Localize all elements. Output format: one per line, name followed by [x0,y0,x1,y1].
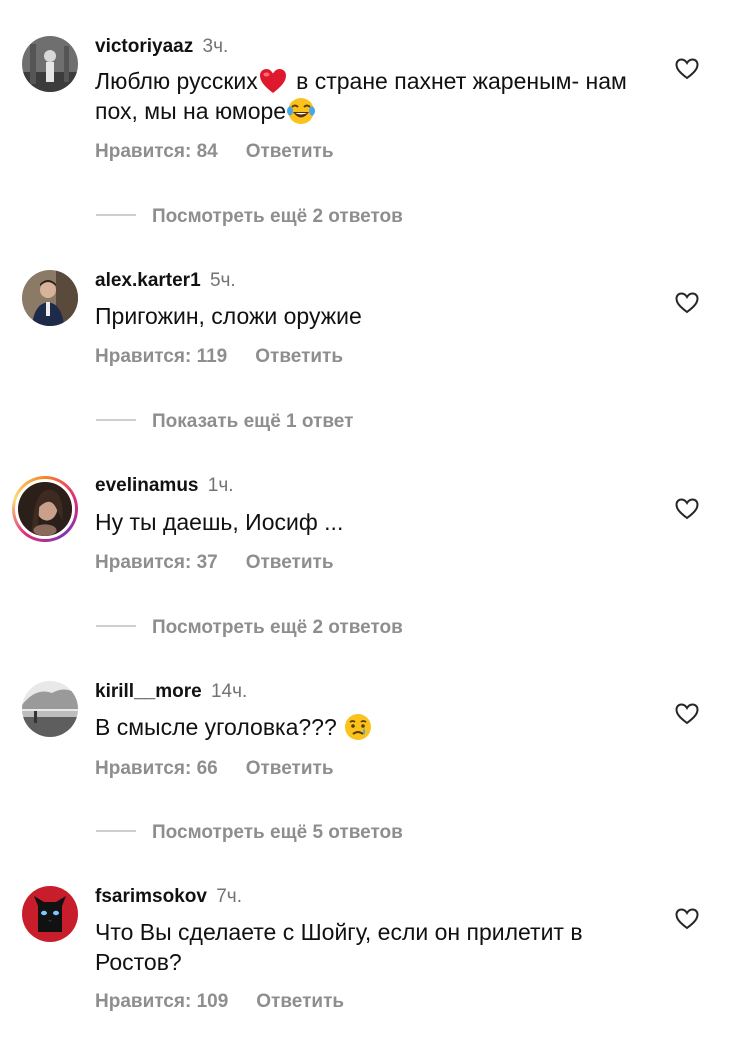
comment-username[interactable]: fsarimsokov [95,886,207,907]
view-replies-button[interactable]: Посмотреть ещё 5 ответов [96,821,403,845]
comment-actions: Нравится: 84 Ответить [95,140,334,164]
comment-username[interactable]: victoriyaaz [95,36,193,57]
comment-actions: Нравится: 119 Ответить [95,345,343,369]
reply-button[interactable]: Ответить [256,991,344,1012]
reply-button[interactable]: Ответить [246,552,334,573]
like-button[interactable] [674,56,700,82]
reply-button[interactable]: Ответить [246,141,334,162]
comment-actions: Нравится: 66 Ответить [95,757,334,781]
comment-timestamp: 5ч. [209,270,236,291]
like-button[interactable] [674,701,700,727]
heart-outline-icon [675,908,699,930]
reply-button[interactable]: Ответить [255,346,343,367]
divider-line [96,418,136,421]
like-button[interactable] [674,496,700,522]
comment-actions: Нравится: 37 Ответить [95,551,334,575]
like-count[interactable]: Нравится: 119 [95,346,227,367]
avatar[interactable] [22,886,78,942]
heart-outline-icon [675,498,699,520]
comment-username[interactable]: kirill__more [95,681,202,702]
heart-outline-icon [675,703,699,725]
avatar[interactable] [22,681,78,737]
view-replies-button[interactable]: Показать ещё 1 ответ [96,410,353,434]
comment-timestamp: 1ч. [207,475,234,496]
like-button[interactable] [674,906,700,932]
divider-line [96,213,136,216]
like-count[interactable]: Нравится: 37 [95,552,218,573]
comment-actions: Нравится: 109 Ответить [95,990,344,1014]
comment-text: В смысле уголовка??? [95,712,655,742]
avatar[interactable] [22,36,78,92]
like-button[interactable] [674,290,700,316]
avatar[interactable] [22,270,78,326]
comment-text: Люблю русских в стране пахнет жареным- н… [95,66,655,126]
comment-timestamp: 14ч. [210,681,248,702]
comment-text: Ну ты даешь, Иосиф ... [95,509,344,535]
comment-text: Что Вы сделаете с Шойгу, если он прилети… [95,919,583,975]
comment-timestamp: 7ч. [216,886,242,907]
divider-line [96,624,136,627]
red-heart-emoji-icon [258,66,288,96]
heart-outline-icon [675,58,699,80]
divider-line [96,829,136,832]
crying-face-emoji-icon [343,712,373,742]
heart-outline-icon [675,292,699,314]
avatar [15,479,75,539]
comment-username[interactable]: alex.karter1 [95,270,201,291]
like-count[interactable]: Нравится: 109 [95,991,228,1012]
comment-timestamp: 3ч. [202,36,229,57]
like-count[interactable]: Нравится: 84 [95,141,218,162]
like-count[interactable]: Нравится: 66 [95,758,218,779]
avatar-with-story-ring[interactable] [12,476,78,542]
view-replies-button[interactable]: Посмотреть ещё 2 ответов [96,205,403,229]
view-replies-button[interactable]: Посмотреть ещё 2 ответов [96,616,403,640]
tears-of-joy-emoji-icon [286,96,316,126]
reply-button[interactable]: Ответить [246,758,334,779]
comment-text: Пригожин, сложи оружие [95,303,362,329]
comment-username[interactable]: evelinamus [95,475,199,496]
